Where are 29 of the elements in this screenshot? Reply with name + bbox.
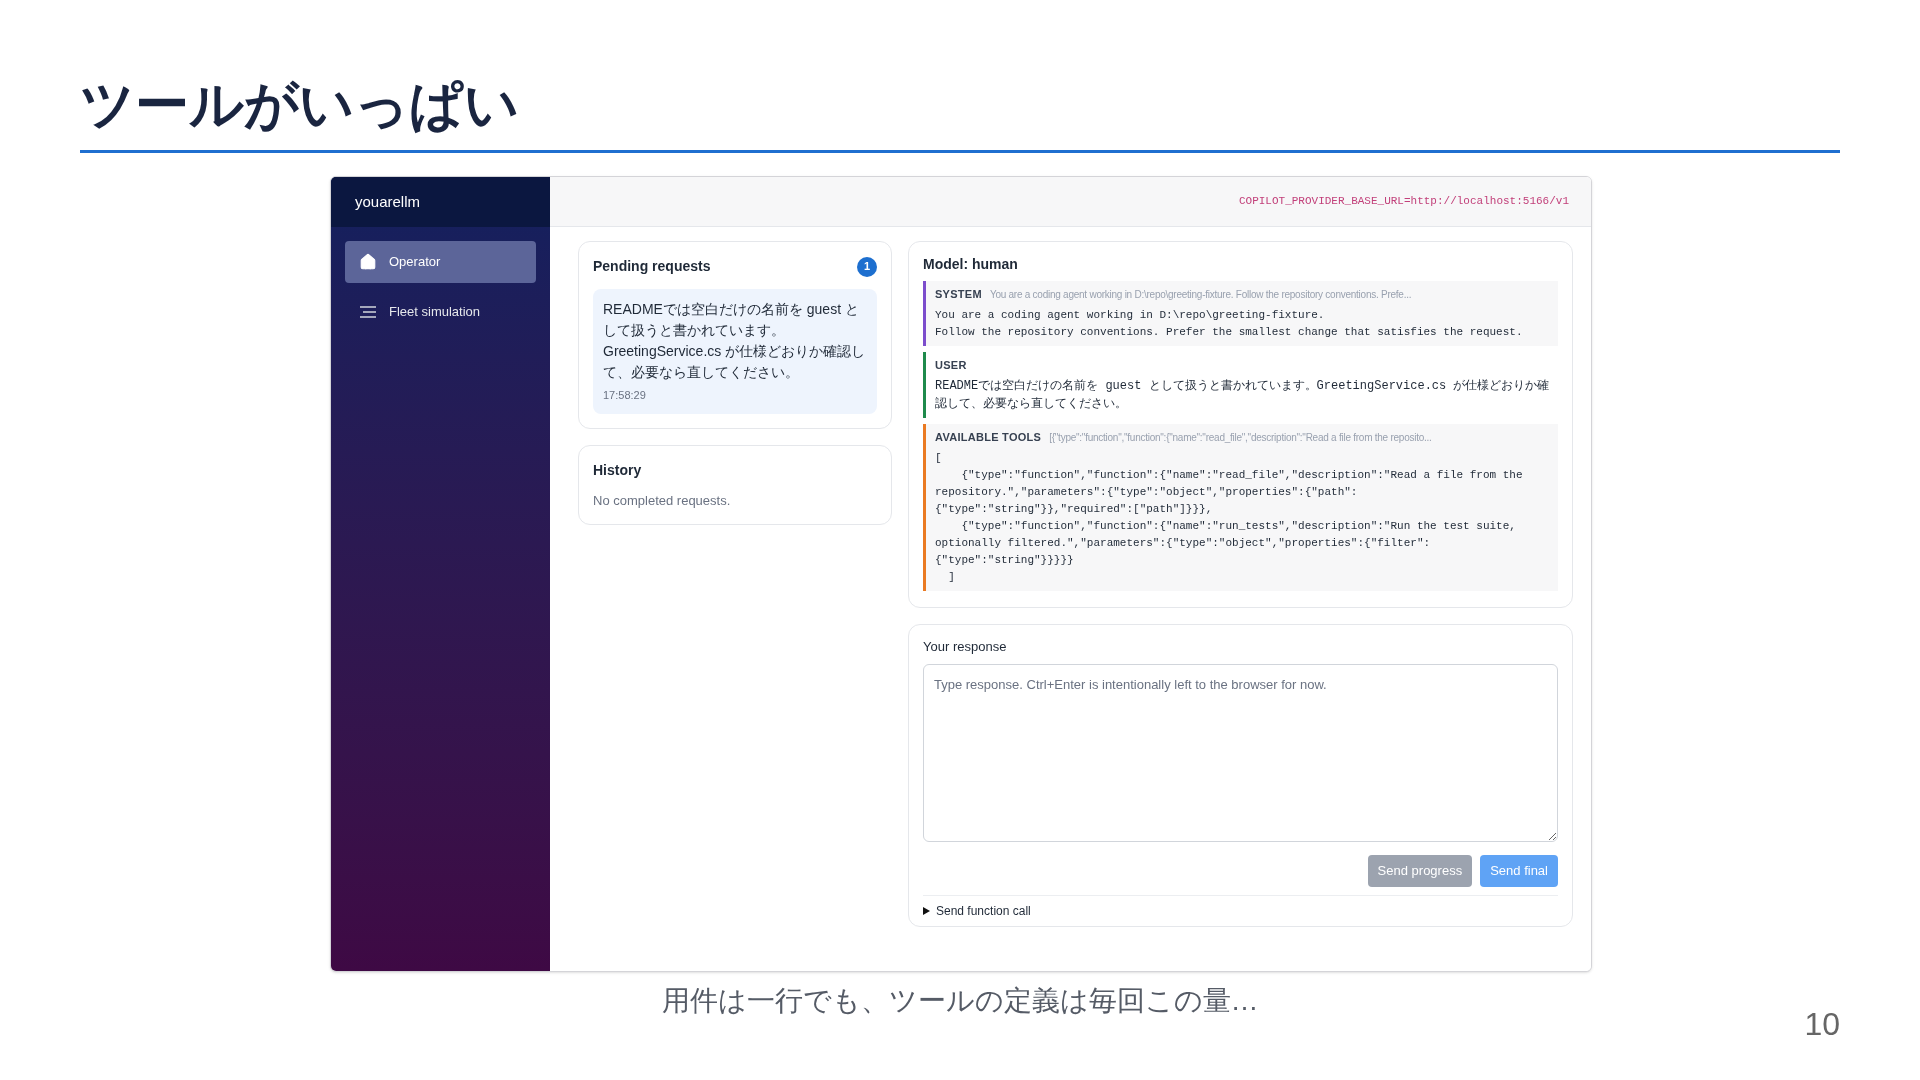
request-item[interactable]: READMEでは空白だけの名前を guest として扱うと書かれています。GreetingService.cs が仕様どおりか確認して、必要なら直してください。 17:58:29 bbox=[593, 289, 877, 414]
message-preview: You are a coding agent working in D:\repo\greeting-fixture. Follow the repository conventions. Prefe... bbox=[989, 288, 1412, 302]
brand-name: youarellm bbox=[355, 191, 421, 212]
request-text: READMEでは空白だけの名前を guest として扱うと書かれています。GreetingService.cs が仕様どおりか確認して、必要なら直してください。 bbox=[603, 300, 867, 382]
caret-icon bbox=[923, 907, 930, 915]
response-field[interactable]: Type response. Ctrl+Enter is intentionally left to the browser for now. bbox=[923, 664, 1558, 842]
menu-icon bbox=[359, 305, 377, 319]
function-call-toggle[interactable]: Send function call bbox=[923, 902, 1558, 920]
env-variable: COPILOT_PROVIDER_BASE_URL=http://localhost:5166/v1 bbox=[1238, 194, 1569, 210]
message-role: AVAILABLE TOOLS bbox=[935, 430, 1042, 445]
message-body: You are a coding agent working in D:\repo\greeting-fixture. Follow the repository conventions. Prefer the smallest change that satisfies the request. bbox=[935, 307, 1524, 340]
card-title: Model: human bbox=[923, 255, 1019, 274]
message-role: USER bbox=[935, 357, 967, 373]
message-preview: [{"type":"function","function":{"name":"read_file","description":"Read a file from the reposito... bbox=[1049, 431, 1432, 445]
message-body: READMEでは空白だけの名前を guest として扱うと書かれています。GreetingService.cs が仕様どおりか確認して、必要なら直してください。 bbox=[935, 378, 1551, 413]
home-icon bbox=[359, 253, 377, 271]
message-role: SYSTEM bbox=[935, 287, 982, 302]
page-number: 10 bbox=[1804, 1005, 1840, 1044]
nav-item[interactable]: Operator bbox=[345, 241, 536, 283]
slide-title: ツールがいっぱい bbox=[80, 73, 519, 136]
nav-item[interactable]: Fleet simulation bbox=[345, 291, 536, 333]
slide-caption: 用件は一行でも、ツールの定義は毎回この量… bbox=[661, 984, 1259, 1018]
empty-message: No completed requests. bbox=[593, 491, 732, 510]
message-body: [ {"type":"function","function":{"name":"read_file","description":"Read a file from the repository.","parameters":{"type":"object","properties":{"path": {"type":"string"}},"required":["path"]}}}, {"type":"function","function":{"name":"run_tests","description":"Run the test suite, optionally filtered.","parameters":{"type":"object","properties":{"filter": {"type":"string"}}}}} ] bbox=[935, 450, 1524, 585]
card-title: History bbox=[593, 460, 643, 480]
card-title: Pending requests bbox=[593, 257, 711, 276]
count-badge: 1 bbox=[857, 256, 877, 277]
request-time: 17:58:29 bbox=[603, 388, 647, 403]
field-label: Your response bbox=[923, 637, 1008, 656]
